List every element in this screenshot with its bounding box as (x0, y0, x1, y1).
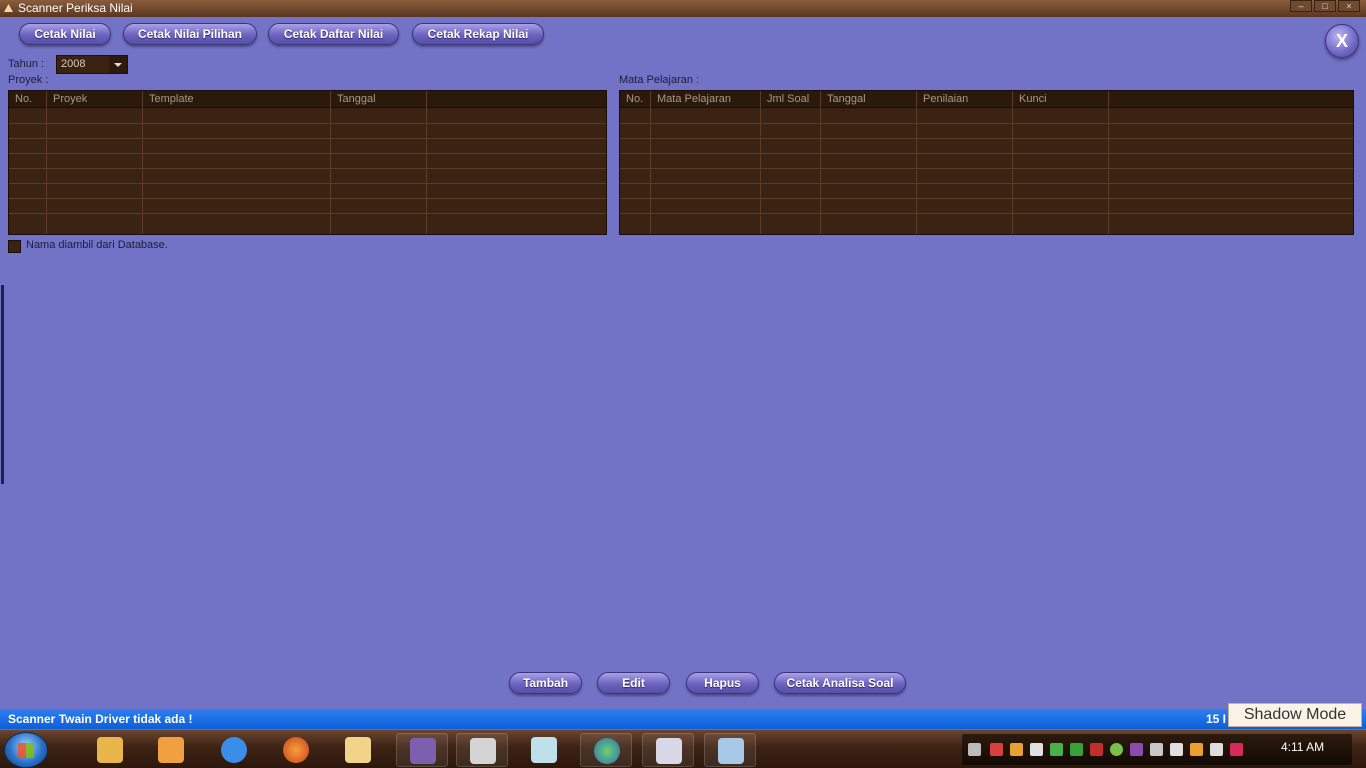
window-title: Scanner Periksa Nilai (18, 1, 133, 15)
file-explorer-icon[interactable] (84, 733, 136, 767)
left-resize-handle[interactable] (1, 285, 4, 484)
tray-power-icon[interactable] (1190, 743, 1203, 756)
start-button[interactable] (4, 732, 48, 768)
notepad-icon[interactable] (332, 733, 384, 767)
col-no[interactable]: No. (9, 91, 47, 108)
status-bar: Scanner Twain Driver tidak ada ! 15 I (0, 709, 1366, 729)
close-app-button[interactable]: X (1325, 24, 1359, 58)
image-viewer-icon[interactable] (704, 733, 756, 767)
tray-network-icon[interactable] (1070, 743, 1083, 756)
tray-flag-icon[interactable] (990, 743, 1003, 756)
cetak-analisa-soal-button[interactable]: Cetak Analisa Soal (774, 672, 906, 694)
tray-check-icon[interactable] (1030, 743, 1043, 756)
hapus-button[interactable]: Hapus (686, 672, 759, 694)
window-controls: – □ × (1290, 0, 1360, 12)
maximize-icon[interactable]: □ (1314, 0, 1336, 12)
shadow-mode-badge[interactable]: Shadow Mode (1228, 703, 1362, 727)
db-name-checkbox[interactable] (8, 240, 21, 253)
year-label: Tahun : (8, 58, 45, 70)
col-tanggal[interactable]: Tanggal (821, 91, 917, 108)
db-name-checkbox-label: Nama diambil dari Database. (26, 239, 168, 251)
tray-music-icon[interactable] (1010, 743, 1023, 756)
status-message: Scanner Twain Driver tidak ada ! (8, 712, 193, 726)
app-icon (4, 4, 13, 12)
globe-app-icon[interactable] (580, 733, 632, 767)
tray-green-icon[interactable] (1110, 743, 1123, 756)
col-filler (1109, 91, 1353, 108)
chevron-down-icon[interactable] (109, 56, 127, 73)
proyek-table[interactable]: No. Proyek Template Tanggal (8, 90, 607, 235)
ship-app-icon[interactable] (642, 733, 694, 767)
tray-shield-icon[interactable] (1090, 743, 1103, 756)
tray-leaf-icon[interactable] (1050, 743, 1063, 756)
mapel-table[interactable]: No. Mata Pelajaran Jml Soal Tanggal Peni… (619, 90, 1354, 235)
title-bar: Scanner Periksa Nilai – □ × (0, 0, 1366, 17)
mapel-label: Mata Pelajaran : (619, 74, 700, 86)
year-select[interactable]: 2008 (56, 55, 128, 74)
col-proyek[interactable]: Proyek (47, 91, 143, 108)
cetak-daftar-nilai-button[interactable]: Cetak Daftar Nilai (268, 23, 399, 45)
close-window-icon[interactable]: × (1338, 0, 1360, 12)
tray-expand-icon[interactable] (968, 743, 981, 756)
cetak-nilai-pilihan-button[interactable]: Cetak Nilai Pilihan (123, 23, 257, 45)
status-right-text: 15 I (1206, 712, 1227, 726)
mapel-table-header: No. Mata Pelajaran Jml Soal Tanggal Peni… (620, 91, 1353, 108)
col-template[interactable]: Template (143, 91, 331, 108)
col-jml-soal[interactable]: Jml Soal (761, 91, 821, 108)
internet-explorer-icon[interactable] (208, 733, 260, 767)
window-switcher-icon[interactable] (456, 733, 508, 767)
taskbar (0, 729, 1366, 768)
edit-button[interactable]: Edit (597, 672, 670, 694)
tambah-button[interactable]: Tambah (509, 672, 582, 694)
col-no[interactable]: No. (620, 91, 651, 108)
firefox-icon[interactable] (270, 733, 322, 767)
proyek-label: Proyek : (8, 74, 49, 86)
proyek-table-header: No. Proyek Template Tanggal (9, 91, 606, 108)
media-center-icon[interactable] (396, 733, 448, 767)
clock[interactable]: 4:11 AM (1281, 740, 1324, 754)
col-penilaian[interactable]: Penilaian (917, 91, 1013, 108)
cetak-nilai-button[interactable]: Cetak Nilai (19, 23, 111, 45)
tray-bluetooth-icon[interactable] (1130, 743, 1143, 756)
col-tanggal[interactable]: Tanggal (331, 91, 427, 108)
tray-usb-icon[interactable] (1170, 743, 1183, 756)
col-filler (427, 91, 606, 108)
minimize-icon[interactable]: – (1290, 0, 1312, 12)
paper-app-icon[interactable] (518, 733, 570, 767)
tray-s-icon[interactable] (1230, 743, 1243, 756)
media-player-icon[interactable] (145, 733, 197, 767)
tray-volume-icon[interactable] (1210, 743, 1223, 756)
tray-monitor-icon[interactable] (1150, 743, 1163, 756)
cetak-rekap-nilai-button[interactable]: Cetak Rekap Nilai (412, 23, 544, 45)
year-value: 2008 (61, 58, 86, 70)
col-mata-pelajaran[interactable]: Mata Pelajaran (651, 91, 761, 108)
col-kunci[interactable]: Kunci (1013, 91, 1109, 108)
